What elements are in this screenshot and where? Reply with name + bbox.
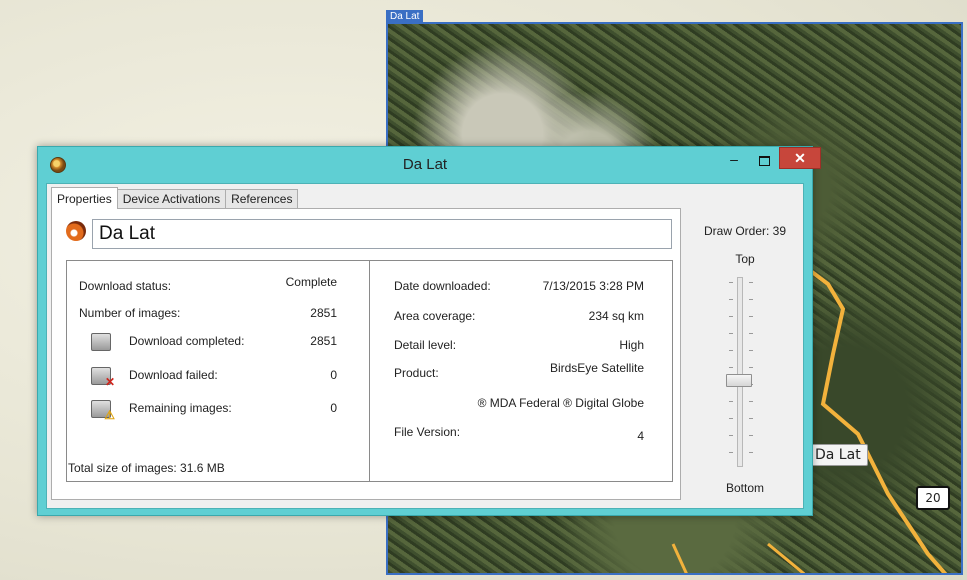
num-images-value: 2851 bbox=[310, 306, 337, 320]
slider-tick bbox=[729, 316, 733, 317]
slider-tick bbox=[749, 333, 753, 334]
attribution-text: ® MDA Federal ® Digital Globe bbox=[477, 396, 644, 410]
properties-panel: Da Lat Download status: Complete Number … bbox=[51, 208, 681, 500]
product-value: BirdsEye Satellite bbox=[549, 361, 644, 375]
total-size-text: Total size of images: 31.6 MB bbox=[68, 461, 225, 475]
slider-tick bbox=[729, 401, 733, 402]
slider-tick bbox=[749, 418, 753, 419]
download-complete-icon bbox=[91, 333, 111, 351]
tab-properties[interactable]: Properties bbox=[51, 187, 118, 209]
slider-tick bbox=[749, 316, 753, 317]
detail-label: Detail level: bbox=[394, 338, 457, 352]
completed-label: Download completed: bbox=[129, 334, 245, 348]
area-value: 234 sq km bbox=[588, 309, 644, 323]
product-logo-icon bbox=[66, 221, 86, 241]
slider-tick bbox=[729, 435, 733, 436]
slider-tick bbox=[729, 452, 733, 453]
maximize-icon bbox=[758, 156, 770, 166]
slider-tick bbox=[749, 401, 753, 402]
download-status-label: Download status: bbox=[79, 279, 172, 293]
road-shield: 20 bbox=[916, 486, 950, 510]
window-client: Properties Device Activations References… bbox=[46, 183, 804, 509]
slider-tick bbox=[749, 282, 753, 283]
tab-device-activations[interactable]: Device Activations bbox=[116, 189, 227, 209]
detail-value: High bbox=[619, 338, 644, 352]
product-label: Product: bbox=[394, 366, 439, 380]
maximize-button[interactable] bbox=[750, 151, 778, 173]
remaining-label: Remaining images: bbox=[129, 401, 232, 415]
completed-value: 2851 bbox=[310, 334, 337, 348]
draw-order-bottom-label: Bottom bbox=[725, 481, 764, 495]
slider-tick bbox=[729, 418, 733, 419]
title-bar[interactable]: Da Lat – ✕ bbox=[38, 147, 821, 183]
slider-tick bbox=[729, 350, 733, 351]
map-city-label[interactable]: Da Lat bbox=[808, 444, 868, 466]
close-button[interactable]: ✕ bbox=[779, 147, 821, 169]
file-info-box: Date downloaded: 7/13/2015 3:28 PM Area … bbox=[369, 260, 673, 482]
draw-order-top-label: Top bbox=[735, 252, 755, 266]
slider-tick bbox=[749, 367, 753, 368]
name-field[interactable]: Da Lat bbox=[92, 219, 672, 249]
draw-order-title: Draw Order: 39 bbox=[703, 224, 787, 238]
download-failed-icon: ✕ bbox=[91, 367, 115, 388]
slider-tick bbox=[749, 452, 753, 453]
slider-tick bbox=[749, 350, 753, 351]
slider-tick bbox=[749, 299, 753, 300]
version-label: File Version: bbox=[394, 425, 461, 439]
slider-tick bbox=[729, 282, 733, 283]
remaining-value: 0 bbox=[330, 401, 337, 415]
slider-tick bbox=[729, 299, 733, 300]
draw-order-slider-track[interactable] bbox=[737, 277, 743, 467]
failed-value: 0 bbox=[330, 368, 337, 382]
slider-tick bbox=[749, 435, 753, 436]
download-status-value: Complete bbox=[285, 275, 337, 289]
download-info-box: Download status: Complete Number of imag… bbox=[66, 260, 370, 482]
properties-window: Da Lat – ✕ Properties Device Activations… bbox=[37, 146, 821, 516]
num-images-label: Number of images: bbox=[79, 306, 181, 320]
window-title: Da Lat bbox=[402, 156, 448, 173]
area-label: Area coverage: bbox=[394, 309, 476, 323]
date-value: 7/13/2015 3:28 PM bbox=[542, 279, 644, 293]
tab-strip: Properties Device Activations References bbox=[51, 187, 299, 209]
remaining-images-icon: ⚠ bbox=[91, 400, 115, 421]
draw-order-slider-thumb[interactable] bbox=[726, 374, 752, 387]
failed-label: Download failed: bbox=[129, 368, 218, 382]
slider-tick bbox=[729, 333, 733, 334]
date-label: Date downloaded: bbox=[394, 279, 491, 293]
slider-tick bbox=[729, 367, 733, 368]
version-value: 4 bbox=[637, 429, 644, 443]
tab-references[interactable]: References bbox=[225, 189, 299, 209]
minimize-button[interactable]: – bbox=[720, 151, 748, 173]
